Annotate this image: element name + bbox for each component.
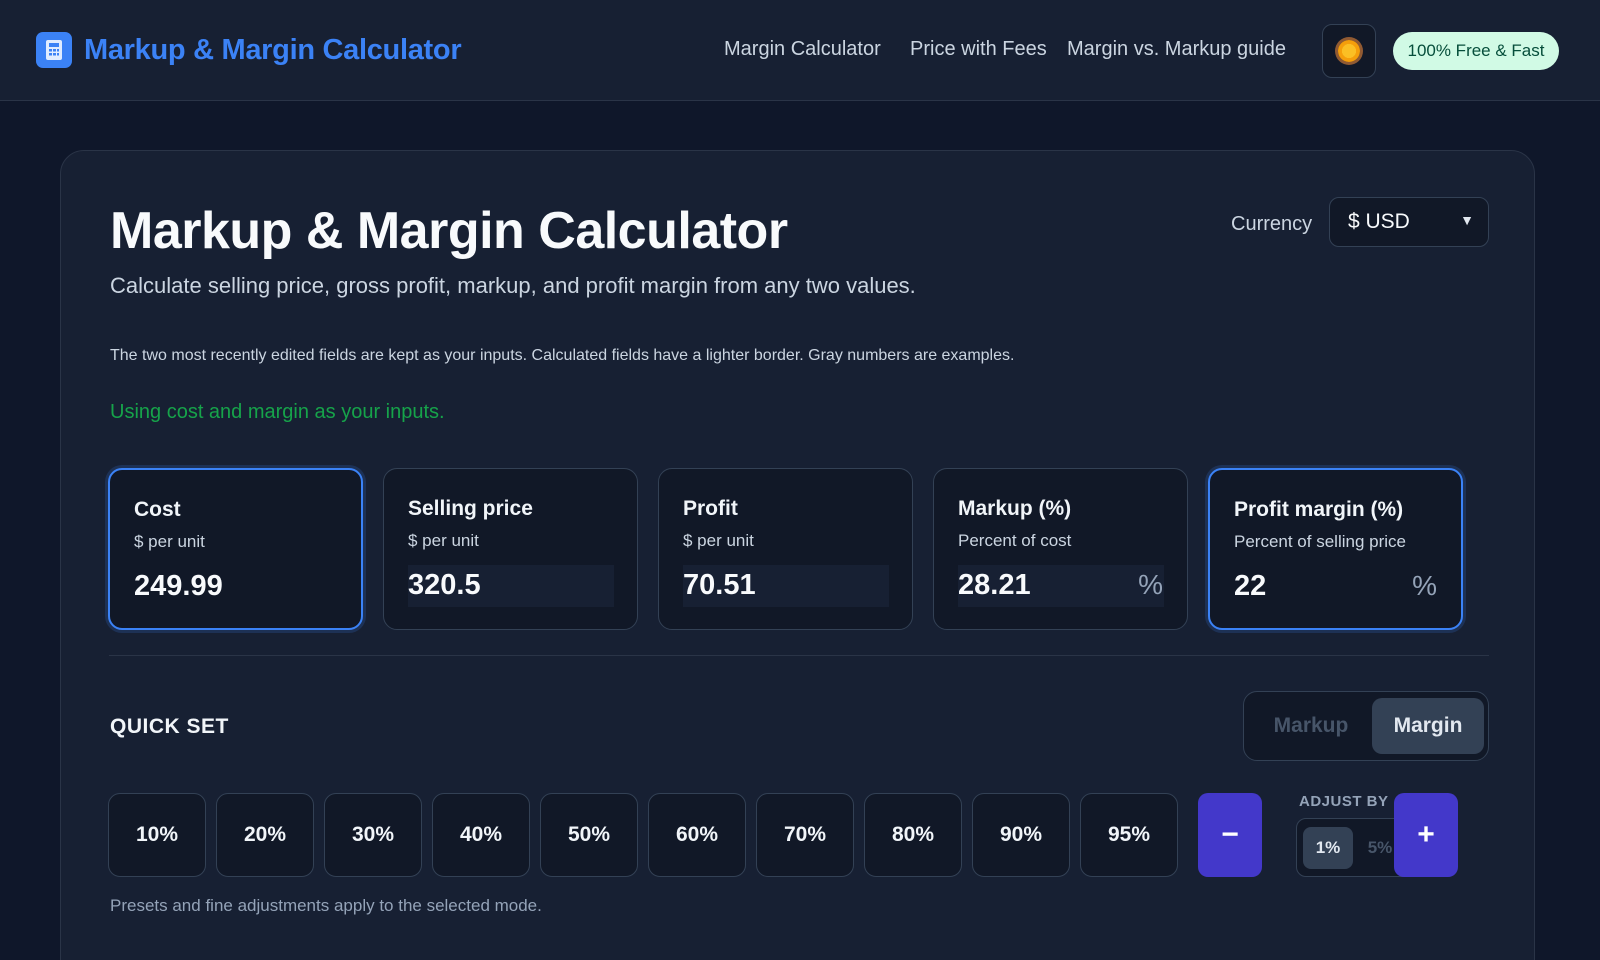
mode-margin-button[interactable]: Margin (1372, 698, 1484, 754)
preset-20-button[interactable]: 20% (216, 793, 314, 877)
nav-margin-calculator[interactable]: Margin Calculator (724, 38, 881, 61)
quick-set-footnote: Presets and fine adjustments apply to th… (110, 896, 542, 915)
increase-button[interactable]: + (1394, 793, 1458, 877)
preset-70-button[interactable]: 70% (756, 793, 854, 877)
preset-30-button[interactable]: 30% (324, 793, 422, 877)
nav-margin-vs-markup-guide[interactable]: Margin vs. Markup guide (1067, 38, 1286, 61)
markup-input[interactable]: 28.21 (958, 565, 1164, 607)
selling-price-field[interactable]: Selling price $ per unit 320.5 (383, 468, 638, 630)
profit-margin-field[interactable]: Profit margin (%) Percent of selling pri… (1208, 468, 1463, 630)
field-sublabel: $ per unit (134, 532, 205, 551)
field-sublabel: Percent of cost (958, 531, 1072, 550)
percent-suffix: % (1412, 570, 1437, 601)
markup-field[interactable]: Markup (%) Percent of cost 28.21 % (933, 468, 1188, 630)
brand[interactable]: Markup & Margin Calculator (36, 32, 462, 68)
theme-toggle-button[interactable] (1322, 24, 1376, 78)
preset-40-button[interactable]: 40% (432, 793, 530, 877)
free-fast-badge: 100% Free & Fast (1393, 32, 1559, 70)
profit-input[interactable]: 70.51 (683, 565, 889, 607)
field-label: Markup (%) (958, 497, 1072, 520)
preset-90-button[interactable]: 90% (972, 793, 1070, 877)
decrease-button[interactable]: − (1198, 793, 1262, 877)
input-status-message: Using cost and margin as your inputs. (110, 401, 445, 423)
profit-margin-input[interactable]: 22 (1234, 566, 1440, 608)
field-label: Profit (683, 497, 738, 520)
mode-markup-button[interactable]: Markup (1250, 698, 1372, 754)
brand-title: Markup & Margin Calculator (84, 33, 462, 66)
sun-icon (1338, 40, 1360, 62)
chevron-down-icon: ▼ (1460, 212, 1474, 228)
currency-label: Currency (1231, 213, 1313, 235)
field-sublabel: $ per unit (408, 531, 479, 550)
calculator-icon (36, 32, 72, 68)
quick-set-title: QUICK SET (110, 715, 229, 738)
page-title: Markup & Margin Calculator (110, 202, 788, 260)
profit-field[interactable]: Profit $ per unit 70.51 (658, 468, 913, 630)
field-label: Profit margin (%) (1234, 498, 1404, 521)
field-label: Cost (134, 498, 181, 521)
preset-50-button[interactable]: 50% (540, 793, 638, 877)
selling-price-input[interactable]: 320.5 (408, 565, 614, 607)
percent-suffix: % (1138, 569, 1163, 600)
preset-60-button[interactable]: 60% (648, 793, 746, 877)
currency-select[interactable]: $ USD ▼ (1329, 197, 1489, 247)
top-navigation-bar: Markup & Margin Calculator Margin Calcul… (0, 0, 1600, 101)
field-sublabel: $ per unit (683, 531, 754, 550)
cost-field[interactable]: Cost $ per unit 249.99 (108, 468, 363, 630)
section-divider (109, 655, 1489, 656)
adjust-by-label: ADJUST BY (1299, 793, 1389, 810)
mode-toggle: Markup Margin (1243, 691, 1489, 761)
currency-value: $ USD (1348, 210, 1410, 233)
preset-95-button[interactable]: 95% (1080, 793, 1178, 877)
cost-input[interactable]: 249.99 (134, 566, 340, 608)
field-sublabel: Percent of selling price (1234, 532, 1406, 551)
calculator-card: Markup & Margin Calculator Calculate sel… (60, 150, 1535, 960)
preset-10-button[interactable]: 10% (108, 793, 206, 877)
nav-price-with-fees[interactable]: Price with Fees (910, 38, 1047, 61)
adjust-1-percent-button[interactable]: 1% (1303, 827, 1353, 869)
preset-80-button[interactable]: 80% (864, 793, 962, 877)
page-subtitle: Calculate selling price, gross profit, m… (110, 273, 916, 298)
field-label: Selling price (408, 497, 533, 520)
instructions-text: The two most recently edited fields are … (110, 347, 1015, 364)
